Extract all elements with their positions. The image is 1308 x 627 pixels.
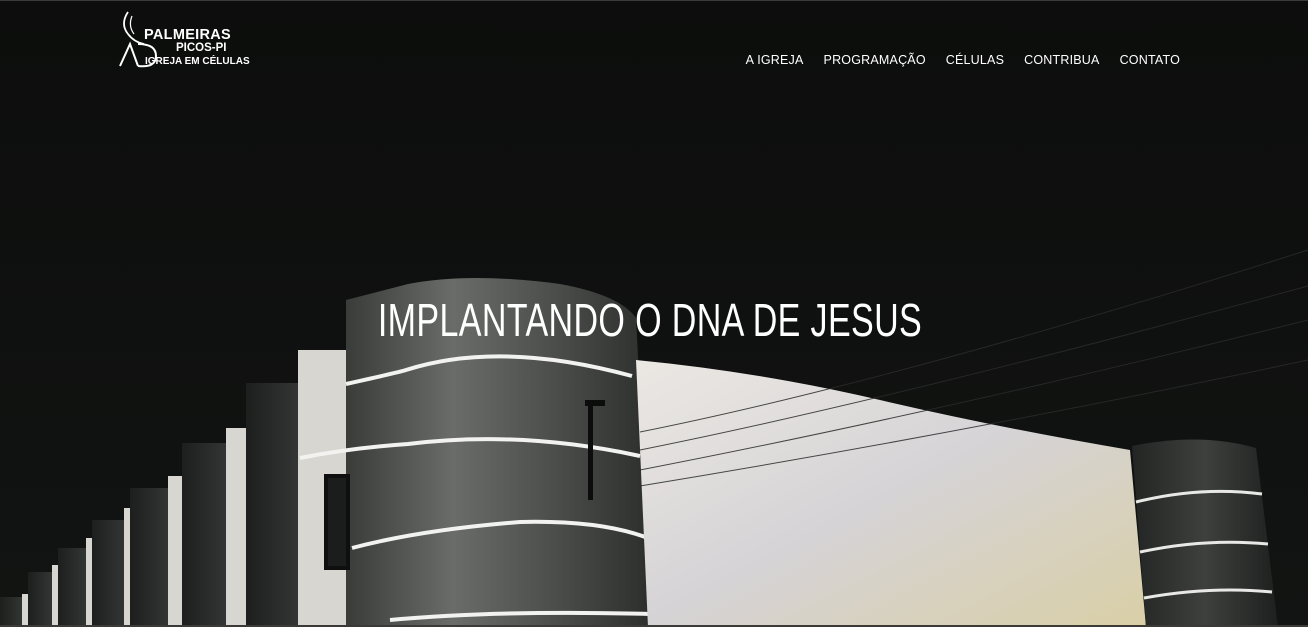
nav-item-a-igreja[interactable]: A IGREJA xyxy=(746,53,804,67)
site-header: PALMEIRAS PICOS-PI IGREJA EM CÉLULAS A I… xyxy=(0,0,1308,100)
hero-section: PALMEIRAS PICOS-PI IGREJA EM CÉLULAS A I… xyxy=(0,0,1308,627)
main-nav: A IGREJA PROGRAMAÇÃO CÉLULAS CONTRIBUA C… xyxy=(726,53,1180,67)
brand-tagline: IGREJA EM CÉLULAS xyxy=(145,56,250,67)
nav-item-contribua[interactable]: CONTRIBUA xyxy=(1024,53,1099,67)
nav-item-programacao[interactable]: PROGRAMAÇÃO xyxy=(824,53,926,67)
site-logo[interactable]: PALMEIRAS PICOS-PI IGREJA EM CÉLULAS xyxy=(118,10,258,72)
brand-name: PALMEIRAS xyxy=(144,27,232,43)
nav-item-contato[interactable]: CONTATO xyxy=(1120,53,1180,67)
brand-location: PICOS-PI xyxy=(176,42,227,54)
hero-title: IMPLANTANDO O DNA DE JESUS xyxy=(377,294,923,346)
nav-item-celulas[interactable]: CÉLULAS xyxy=(946,53,1004,67)
